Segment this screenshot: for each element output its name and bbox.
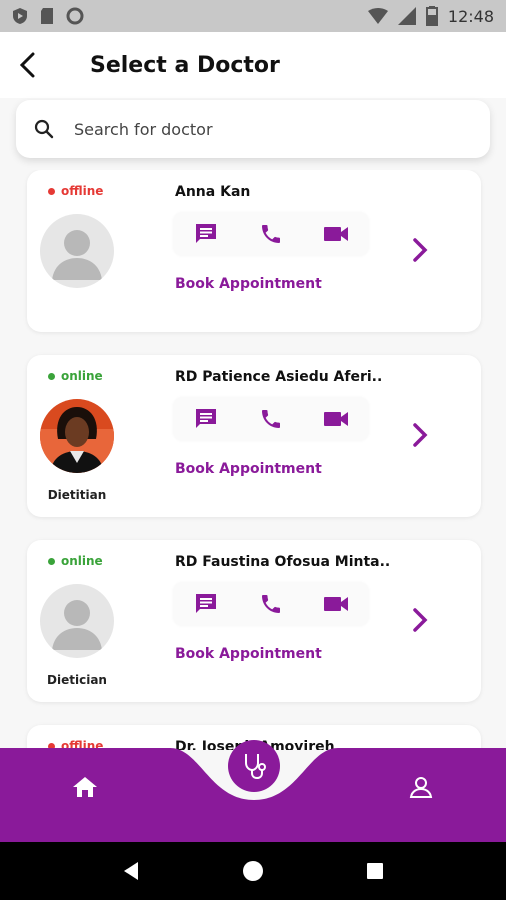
status-bar: 12:48 xyxy=(0,0,506,32)
bottom-navigation xyxy=(0,740,506,842)
avatar xyxy=(40,399,114,473)
signal-icon xyxy=(397,7,416,25)
app-bar: Select a Doctor xyxy=(0,32,506,98)
system-recents-button[interactable] xyxy=(355,851,395,891)
contact-actions xyxy=(173,212,369,256)
status-dot xyxy=(48,187,55,195)
status-label: online xyxy=(61,369,103,383)
shield-icon xyxy=(13,8,27,24)
phone-icon xyxy=(261,410,280,428)
chat-icon xyxy=(195,224,216,243)
avatar xyxy=(40,584,114,658)
avatar xyxy=(40,214,114,288)
doctor-role: Dietician xyxy=(47,673,107,687)
back-button[interactable] xyxy=(0,37,56,93)
chat-button[interactable] xyxy=(184,399,228,439)
profile-icon xyxy=(409,777,433,798)
system-back-button[interactable] xyxy=(111,851,151,891)
arrow-left-icon xyxy=(19,52,35,78)
chevron-right-icon xyxy=(413,423,428,447)
chat-button[interactable] xyxy=(184,214,228,254)
search-icon xyxy=(34,119,54,139)
status-dot xyxy=(48,372,55,380)
profile-tab[interactable] xyxy=(400,766,442,808)
chevron-button[interactable] xyxy=(405,417,435,453)
chevron-button[interactable] xyxy=(405,232,435,268)
wifi-icon xyxy=(367,8,388,24)
status-indicator: online xyxy=(48,554,103,568)
square-recents-icon xyxy=(367,863,383,879)
doctor-list: offline Anna Kan Book Appointment online xyxy=(0,170,506,750)
video-call-button[interactable] xyxy=(314,399,358,439)
doctor-card[interactable]: online Dietitian RD Patience Asiedu Afer… xyxy=(27,355,481,517)
doctor-card[interactable]: online Dietician RD Faustina Ofosua Mint… xyxy=(27,540,481,702)
video-icon xyxy=(324,227,349,241)
system-navigation-bar xyxy=(0,842,506,900)
stethoscope-icon xyxy=(245,754,266,780)
video-call-button[interactable] xyxy=(314,214,358,254)
call-button[interactable] xyxy=(249,399,293,439)
doctor-name: RD Patience Asiedu Aferi.. xyxy=(175,369,383,385)
doctor-card[interactable]: offline Anna Kan Book Appointment xyxy=(27,170,481,332)
chevron-button[interactable] xyxy=(405,602,435,638)
book-appointment-link[interactable]: Book Appointment xyxy=(175,276,322,292)
doctor-role: Dietitian xyxy=(47,488,107,502)
chat-button[interactable] xyxy=(184,584,228,624)
search-bar[interactable] xyxy=(16,100,490,158)
video-call-button[interactable] xyxy=(314,584,358,624)
circle-status-icon xyxy=(66,7,84,25)
book-appointment-link[interactable]: Book Appointment xyxy=(175,461,322,477)
sd-card-icon xyxy=(41,8,53,24)
status-label: online xyxy=(61,554,103,568)
contact-actions xyxy=(173,397,369,441)
phone-icon xyxy=(261,595,280,613)
clock: 12:48 xyxy=(447,6,494,26)
chat-icon xyxy=(195,409,216,428)
doctor-name: Anna Kan xyxy=(175,184,251,200)
home-icon xyxy=(73,777,97,797)
phone-icon xyxy=(261,225,280,243)
battery-icon xyxy=(425,6,438,26)
status-indicator: offline xyxy=(48,184,103,198)
video-icon xyxy=(324,597,349,611)
page-title: Select a Doctor xyxy=(90,52,280,78)
home-tab[interactable] xyxy=(64,766,106,808)
triangle-back-icon xyxy=(124,862,138,880)
chevron-right-icon xyxy=(413,608,428,632)
call-button[interactable] xyxy=(249,584,293,624)
chat-icon xyxy=(195,594,216,613)
chevron-right-icon xyxy=(413,238,428,262)
doctor-name: RD Faustina Ofosua Minta.. xyxy=(175,554,390,570)
status-dot xyxy=(48,557,55,565)
status-label: offline xyxy=(61,184,104,198)
doctors-tab[interactable] xyxy=(228,740,280,792)
status-indicator: online xyxy=(48,369,103,383)
contact-actions xyxy=(173,582,369,626)
book-appointment-link[interactable]: Book Appointment xyxy=(175,646,322,662)
system-home-button[interactable] xyxy=(233,851,273,891)
video-icon xyxy=(324,412,349,426)
circle-home-icon xyxy=(243,861,263,881)
search-input[interactable] xyxy=(74,119,454,139)
call-button[interactable] xyxy=(249,214,293,254)
